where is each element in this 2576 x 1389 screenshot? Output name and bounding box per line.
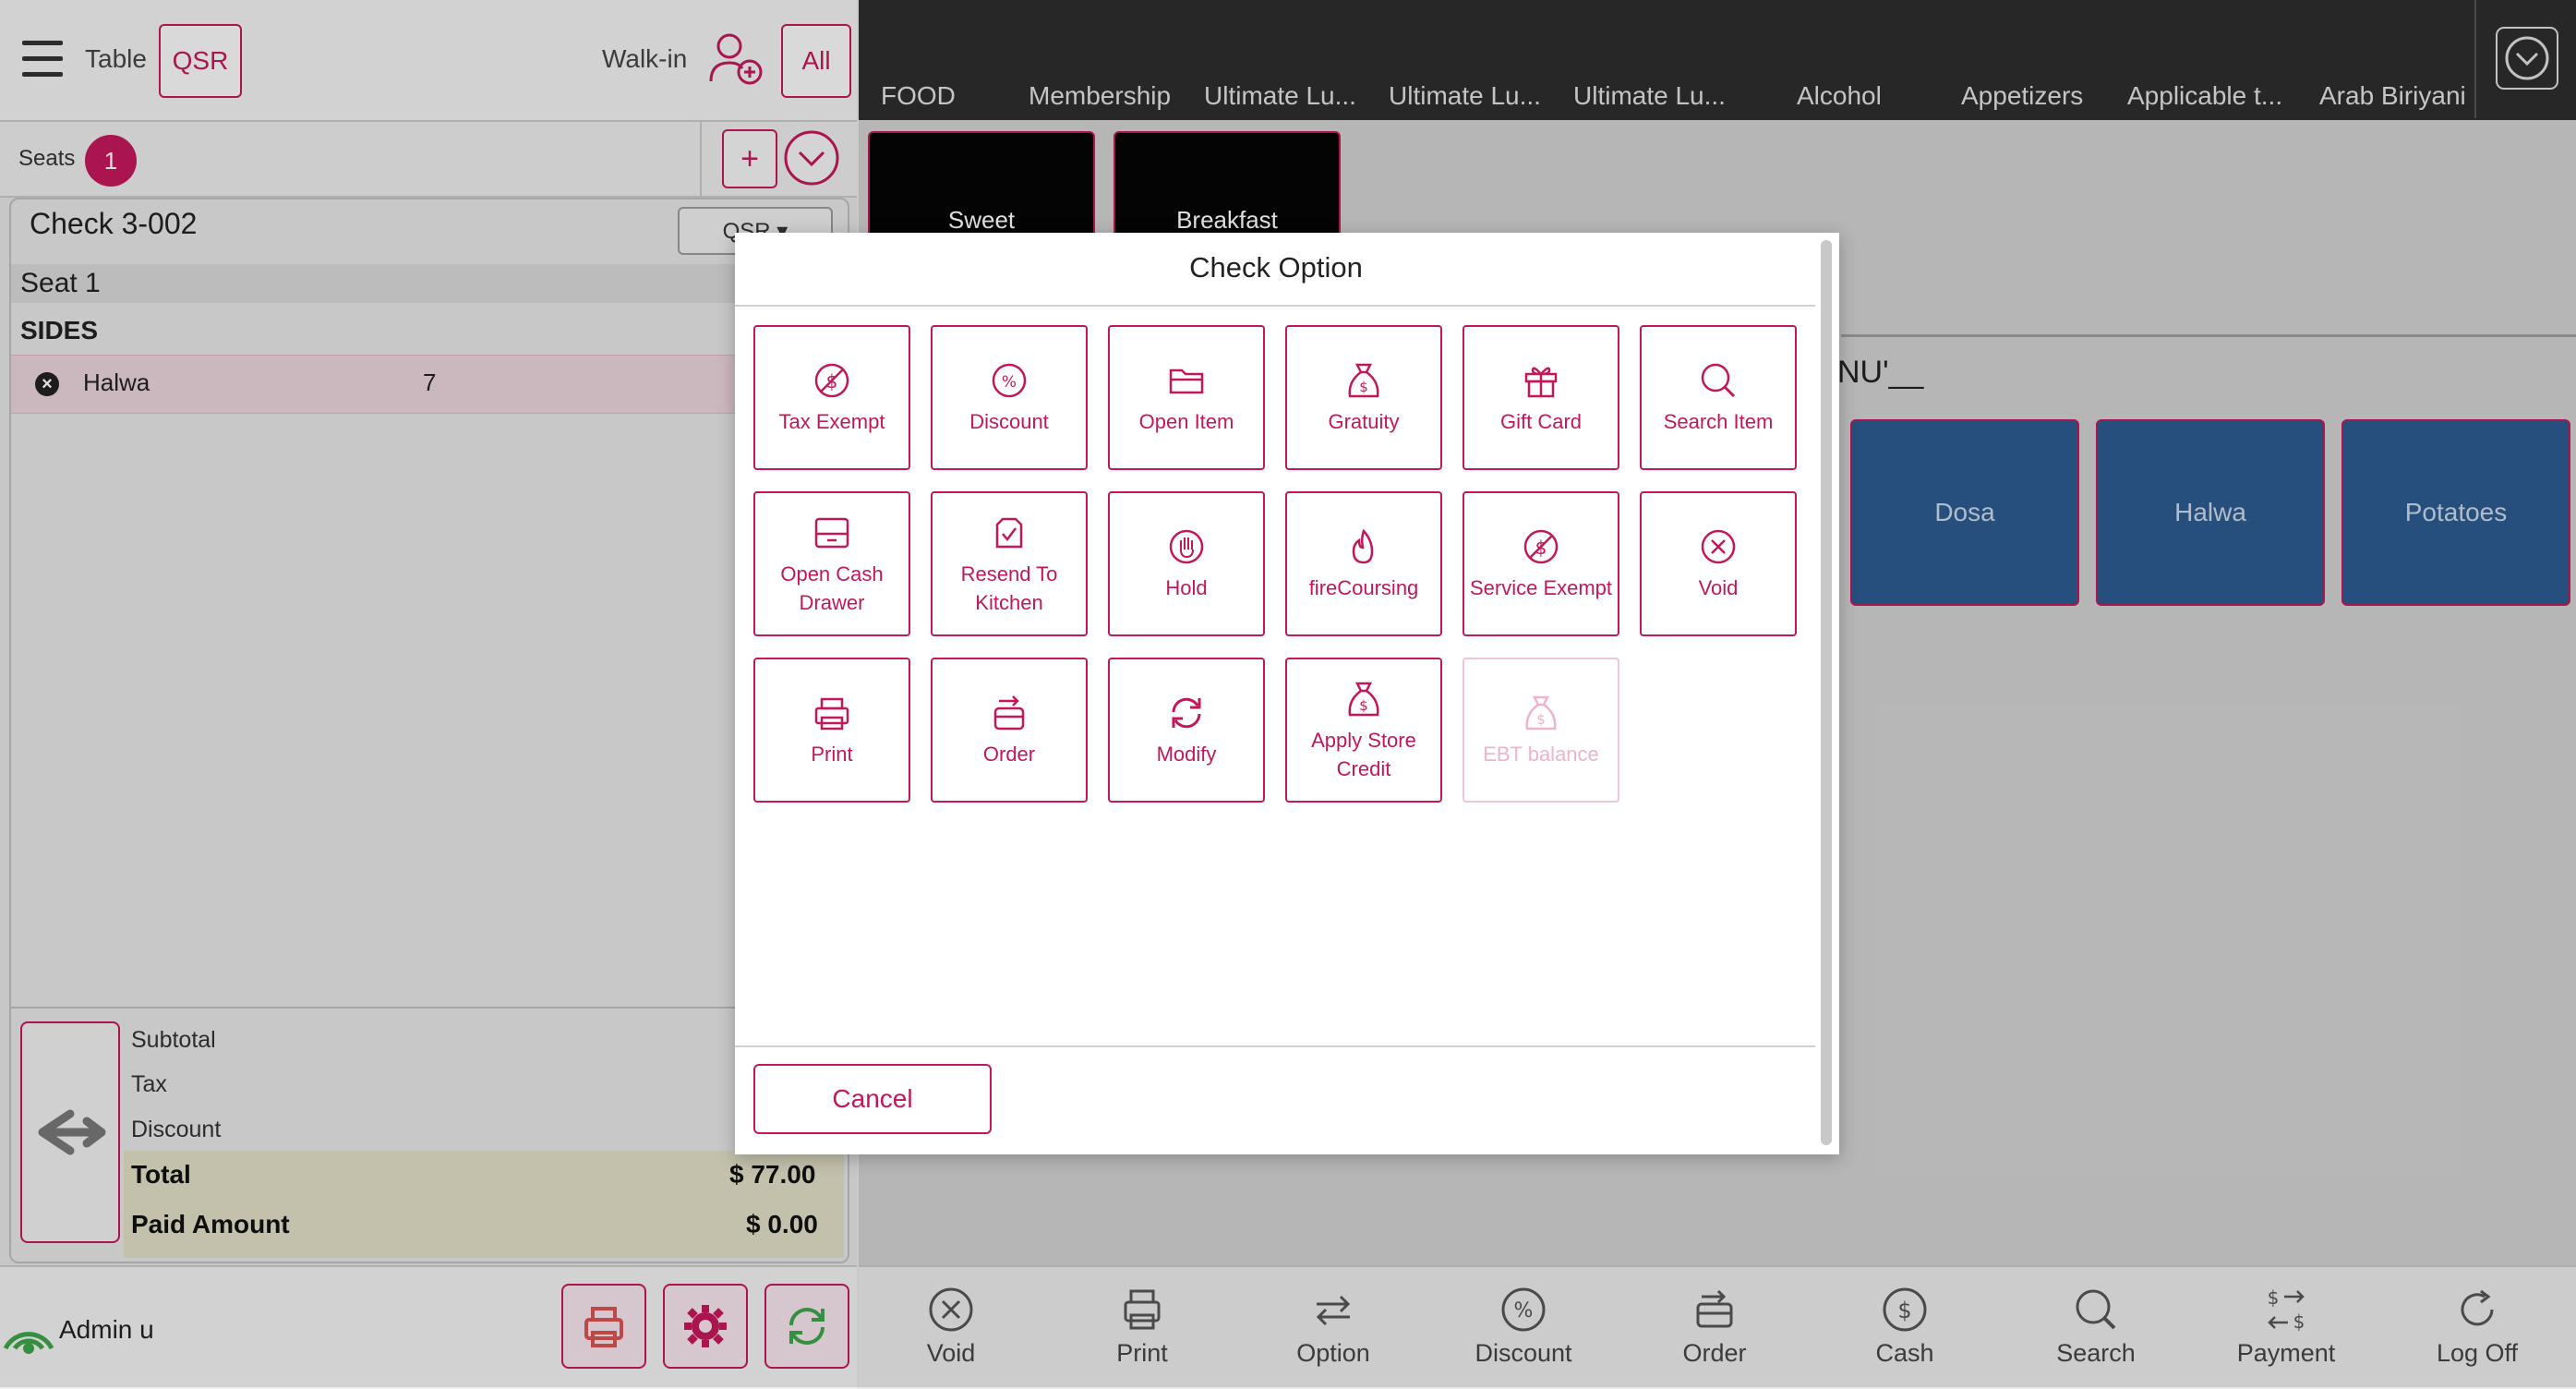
divider (735, 305, 1815, 307)
hand-icon (1165, 525, 1208, 568)
open-item-button[interactable]: Open Item (1108, 325, 1265, 470)
svg-text:$: $ (1359, 697, 1368, 714)
cancel-button[interactable]: Cancel (753, 1064, 992, 1134)
option-label: Void (1698, 576, 1739, 599)
refresh-icon (1165, 692, 1208, 734)
svg-text:$: $ (1536, 711, 1546, 728)
option-label: Gift Card (1499, 410, 1583, 433)
tax-exempt-icon: $ (811, 359, 853, 402)
resend-icon (988, 512, 1030, 554)
option-label: Resend To Kitchen (960, 562, 1058, 614)
search-icon (1697, 359, 1739, 402)
option-label: Hold (1165, 576, 1208, 599)
firecoursing-button[interactable]: fireCoursing (1285, 491, 1442, 636)
check-option-dialog: Check Option $ Tax Exempt % Discount Ope… (735, 233, 1839, 1154)
option-label: Apply Store Credit (1311, 728, 1416, 780)
option-label: EBT balance (1483, 743, 1599, 766)
ebt-balance-button: $ EBT balance (1463, 658, 1619, 803)
option-label: Gratuity (1328, 410, 1400, 433)
print-option-button[interactable]: Print (753, 658, 910, 803)
modify-button[interactable]: Modify (1108, 658, 1265, 803)
divider (735, 1045, 1815, 1047)
cash-drawer-icon (811, 512, 853, 554)
order-option-button[interactable]: Order (931, 658, 1088, 803)
discount-icon: % (988, 359, 1030, 402)
dialog-title: Check Option (1189, 251, 1363, 284)
svg-text:$: $ (1359, 379, 1368, 395)
apply-store-credit-button[interactable]: $ Apply Store Credit (1285, 658, 1442, 803)
folder-icon (1165, 359, 1208, 402)
service-exempt-button[interactable]: $ Service Exempt (1463, 491, 1619, 636)
option-label: Discount (969, 410, 1049, 433)
gift-icon (1520, 359, 1562, 402)
option-label: Service Exempt (1469, 576, 1613, 599)
tax-exempt-button[interactable]: $ Tax Exempt (753, 325, 910, 470)
money-bag-icon: $ (1342, 359, 1385, 402)
svg-text:%: % (1002, 373, 1017, 392)
option-label: Tax Exempt (778, 410, 885, 433)
gratuity-button[interactable]: $ Gratuity (1285, 325, 1442, 470)
option-label: Modify (1156, 743, 1217, 766)
option-label: Print (811, 743, 853, 766)
open-cash-drawer-button[interactable]: Open Cash Drawer (753, 491, 910, 636)
resend-to-kitchen-button[interactable]: Resend To Kitchen (931, 491, 1088, 636)
option-label: fireCoursing (1308, 576, 1419, 599)
service-exempt-icon: $ (1520, 525, 1562, 568)
void-option-button[interactable]: Void (1640, 491, 1797, 636)
printer-icon (811, 692, 853, 734)
money-bag-icon: $ (1342, 678, 1385, 720)
order-icon (988, 692, 1030, 734)
fire-icon (1342, 525, 1385, 568)
option-label: Search Item (1663, 410, 1774, 433)
discount-option-button[interactable]: % Discount (931, 325, 1088, 470)
search-item-button[interactable]: Search Item (1640, 325, 1797, 470)
gift-card-button[interactable]: Gift Card (1463, 325, 1619, 470)
money-bag-icon: $ (1520, 692, 1562, 734)
void-icon (1697, 525, 1739, 568)
hold-button[interactable]: Hold (1108, 491, 1265, 636)
option-label: Open Cash Drawer (780, 562, 884, 614)
option-label: Order (982, 743, 1036, 766)
scrollbar[interactable] (1821, 240, 1832, 1145)
option-label: Open Item (1138, 410, 1234, 433)
